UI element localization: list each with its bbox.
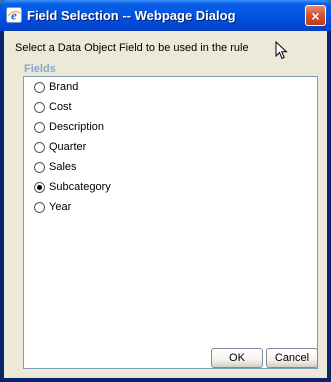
ok-button[interactable]: OK [211,348,263,368]
radio-button[interactable] [34,161,45,173]
ie-icon: e [6,7,22,23]
close-button[interactable]: × [305,5,326,26]
field-option-label: Subcategory [49,181,111,193]
mouse-cursor-icon [275,41,288,60]
field-option-label: Description [49,121,105,133]
title-bar[interactable]: e Field Selection -- Webpage Dialog × [0,0,331,31]
instruction-text: Select a Data Object Field to be used in… [15,42,249,54]
field-option-label: Quarter [49,141,87,153]
field-option-quarter[interactable]: Quarter [34,139,86,155]
radio-button[interactable] [34,81,45,93]
radio-button[interactable] [34,201,45,213]
field-option-label: Brand [49,81,79,93]
radio-button[interactable] [34,181,45,193]
cancel-button[interactable]: Cancel [266,348,318,368]
close-icon: × [311,7,320,24]
fields-list: Brand Cost Description Quarter Sales Sub… [23,76,318,369]
dialog-body: Select a Data Object Field to be used in… [4,31,327,378]
field-option-description[interactable]: Description [34,119,104,135]
radio-button[interactable] [34,121,45,133]
radio-button[interactable] [34,101,45,113]
dialog-window: e Field Selection -- Webpage Dialog × Se… [0,0,331,382]
window-title: Field Selection -- Webpage Dialog [27,8,236,23]
svg-text:e: e [11,8,17,23]
radio-button[interactable] [34,141,45,153]
field-option-year[interactable]: Year [34,199,71,215]
field-option-label: Cost [49,101,72,113]
field-option-brand[interactable]: Brand [34,79,78,95]
field-option-subcategory[interactable]: Subcategory [34,179,111,195]
field-option-label: Sales [49,161,77,173]
field-option-sales[interactable]: Sales [34,159,77,175]
fields-group-label: Fields [24,63,56,75]
field-option-cost[interactable]: Cost [34,99,72,115]
field-option-label: Year [49,201,72,213]
